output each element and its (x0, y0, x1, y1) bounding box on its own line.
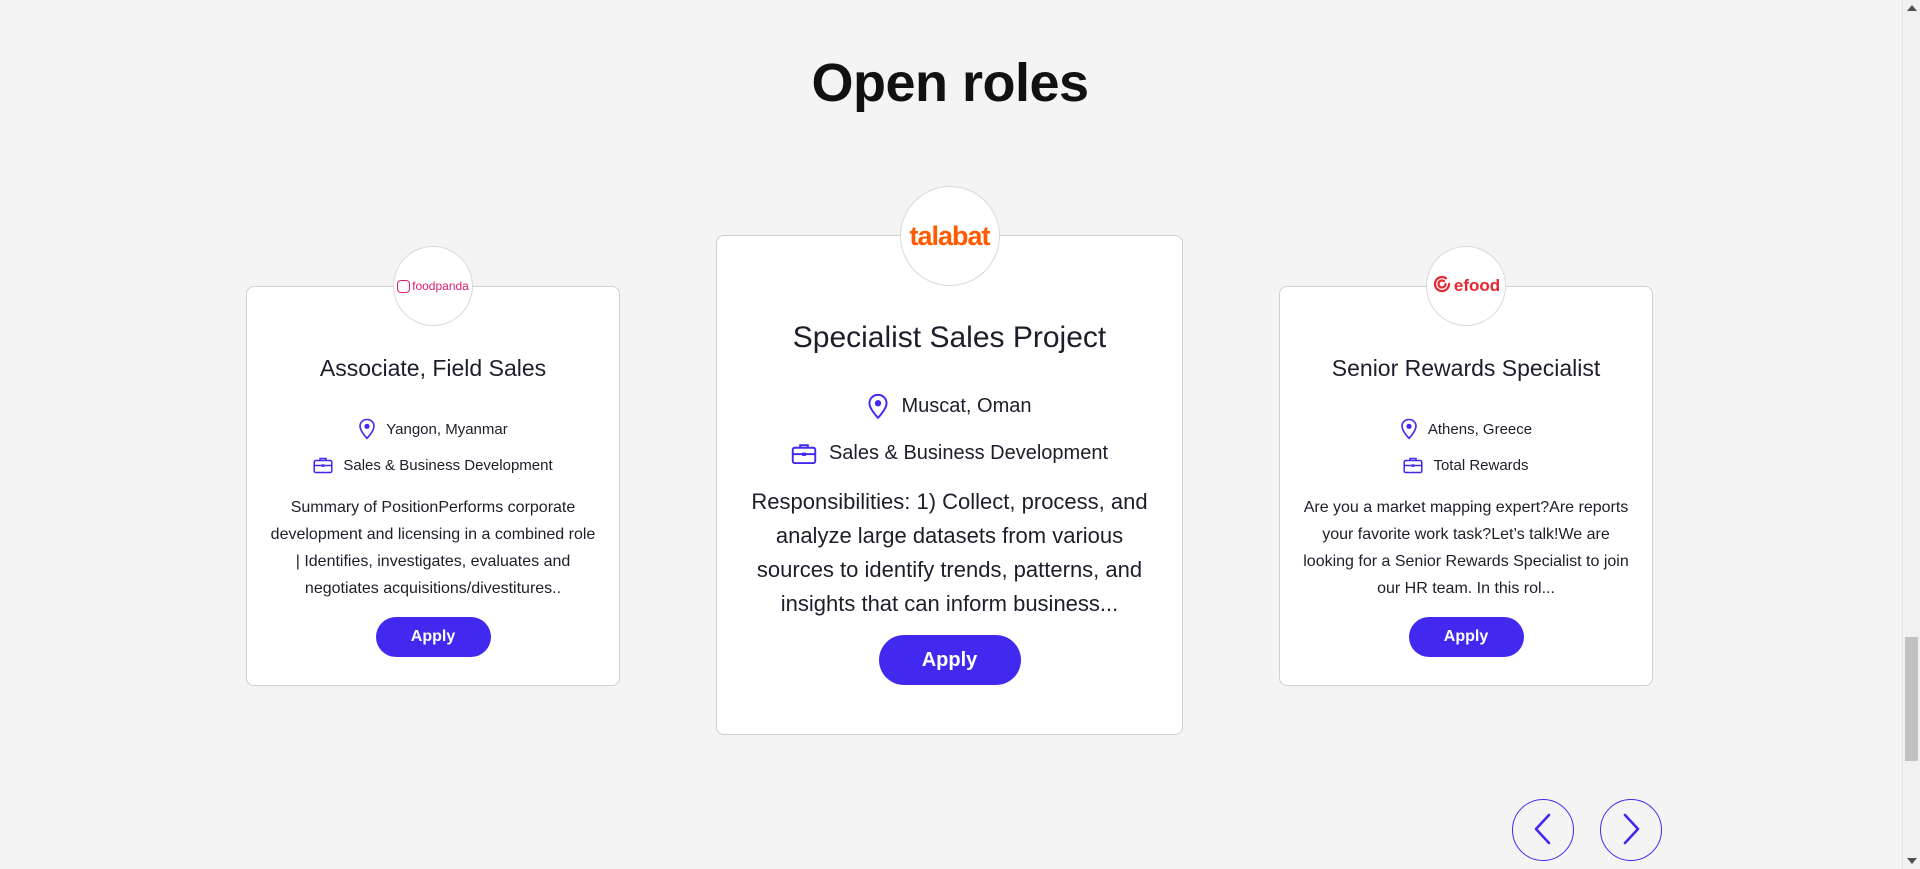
job-department: Total Rewards (1280, 456, 1652, 474)
apply-button[interactable]: Apply (375, 617, 491, 657)
carousel-prev-button[interactable] (1512, 799, 1574, 861)
job-location: Yangon, Myanmar (247, 418, 619, 440)
scroll-down-arrow-icon[interactable] (1907, 858, 1917, 864)
map-pin-icon (867, 393, 889, 420)
page-title: Open roles (811, 53, 1089, 113)
scrollbar-thumb[interactable] (1905, 637, 1918, 761)
job-department-text: Sales & Business Development (828, 442, 1109, 464)
efood-logo: efood (1426, 246, 1506, 326)
job-location-text: Yangon, Myanmar (386, 420, 508, 438)
efood-logo-text: efood (1453, 276, 1501, 295)
job-description: Summary of PositionPerforms corporate de… (270, 499, 596, 597)
job-department: Sales & Business Development (717, 442, 1182, 465)
job-location-text: Muscat, Oman (901, 395, 1032, 417)
job-location: Athens, Greece (1280, 418, 1652, 440)
apply-button[interactable]: Apply (1408, 617, 1524, 657)
map-pin-icon (1400, 418, 1418, 440)
job-card-specialist-sales-project: talabat Specialist Sales Project Muscat,… (716, 186, 1183, 735)
foodpanda-logo-icon (397, 279, 411, 293)
talabat-logo-text: talabat (909, 220, 990, 251)
job-department-text: Sales & Business Development (343, 456, 553, 474)
job-department-text: Total Rewards (1433, 456, 1529, 474)
job-card-senior-rewards-specialist: efood Senior Rewards Specialist Athens, … (1279, 246, 1653, 686)
carousel-next-button[interactable] (1600, 799, 1662, 861)
job-department: Sales & Business Development (247, 456, 619, 474)
talabat-logo: talabat (899, 186, 1000, 286)
job-description: Responsibilities: 1) Collect, process, a… (751, 489, 1148, 616)
job-location-text: Athens, Greece (1427, 420, 1533, 438)
chevron-left-icon (1532, 812, 1554, 849)
scroll-up-arrow-icon[interactable] (1907, 5, 1917, 11)
efood-logo-icon (1432, 274, 1452, 299)
briefcase-icon (791, 442, 817, 465)
chevron-right-icon (1620, 812, 1642, 849)
job-location: Muscat, Oman (717, 393, 1182, 420)
foodpanda-logo-text: foodpanda (412, 279, 469, 293)
briefcase-icon (1403, 456, 1424, 474)
foodpanda-logo: foodpanda (393, 246, 473, 326)
map-pin-icon (358, 418, 376, 440)
job-description: Are you a market mapping expert?Are repo… (1303, 499, 1629, 597)
page-scrollbar[interactable] (1902, 0, 1920, 869)
apply-button[interactable]: Apply (878, 635, 1021, 685)
briefcase-icon (313, 456, 333, 474)
job-card-associate-field-sales: foodpanda Associate, Field Sales Yangon,… (246, 246, 620, 686)
